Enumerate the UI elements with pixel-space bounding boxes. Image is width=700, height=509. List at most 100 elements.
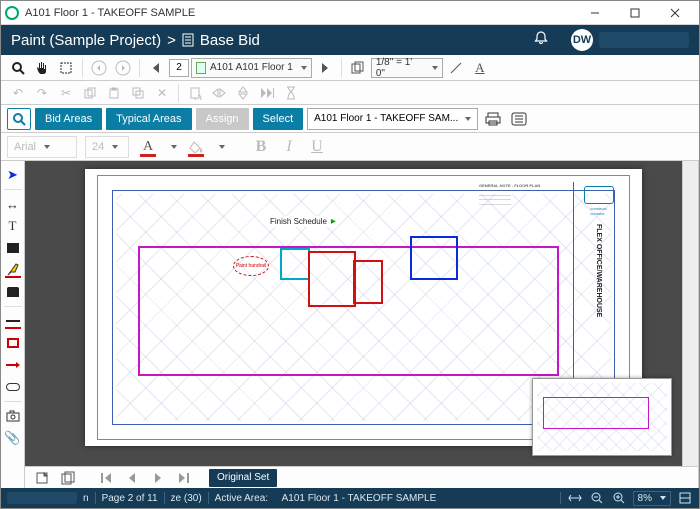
set-selector[interactable]: Original Set (209, 469, 277, 487)
separator (4, 306, 22, 307)
font-color-button[interactable]: A (137, 136, 159, 158)
room-outline[interactable] (280, 248, 310, 280)
dimension-tool[interactable]: ↔ (3, 194, 23, 214)
refresh-sheet-icon[interactable] (184, 82, 206, 104)
tab-select[interactable]: Select (253, 108, 304, 130)
zoom-value: 8% (638, 493, 652, 504)
page-next-icon[interactable] (314, 57, 336, 79)
room-outline[interactable] (308, 251, 356, 307)
nav-fwd-icon[interactable] (112, 57, 134, 79)
camera-tool[interactable] (3, 406, 23, 426)
skip-end-icon[interactable] (256, 82, 278, 104)
arrow-tool[interactable] (3, 355, 23, 375)
status-redacted (7, 492, 77, 504)
project-name[interactable]: Paint (Sample Project) (11, 32, 161, 49)
copy-icon[interactable] (79, 82, 101, 104)
flip-h-icon[interactable] (208, 82, 230, 104)
revision-cloud[interactable]: Paint handrail (233, 256, 269, 276)
maximize-button[interactable] (615, 2, 655, 24)
finish-schedule-label: Finish Schedule▸ (268, 216, 338, 227)
minimap[interactable] (532, 378, 672, 456)
close-button[interactable] (655, 2, 695, 24)
bold-button[interactable]: B (251, 138, 271, 156)
tab-assign[interactable]: Assign (196, 108, 249, 130)
text-tool-icon[interactable]: A (469, 57, 491, 79)
flip-v-icon[interactable] (232, 82, 254, 104)
chevron-down-icon (465, 117, 471, 121)
first-page-icon[interactable] (95, 467, 117, 489)
page-number-input[interactable]: 2 (169, 59, 189, 77)
copy-page-icon[interactable] (347, 57, 369, 79)
plan-dropdown[interactable]: A101 A101 Floor 1 (191, 58, 312, 78)
logo-icon (584, 186, 614, 204)
tab-bid-areas[interactable]: Bid Areas (35, 108, 102, 130)
fill-color-button[interactable] (185, 136, 207, 158)
avatar[interactable]: DW (571, 29, 593, 51)
last-page-icon[interactable] (173, 467, 195, 489)
zoom-in-icon[interactable] (611, 490, 627, 506)
sheet-icon[interactable] (31, 467, 53, 489)
delete-icon[interactable]: ✕ (151, 82, 173, 104)
tab-typical-areas[interactable]: Typical Areas (106, 108, 191, 130)
italic-button[interactable]: I (279, 138, 299, 156)
chevron-down-icon (44, 145, 50, 149)
page-prev-icon[interactable] (145, 57, 167, 79)
cloud-tool[interactable] (3, 377, 23, 397)
fit-width-icon[interactable] (567, 490, 583, 506)
area-view-toggle[interactable] (7, 108, 31, 130)
scale-label: 1/8" = 1' 0" (376, 57, 424, 79)
sheets-icon[interactable] (57, 467, 79, 489)
main-toolbar: 2 A101 A101 Floor 1 1/8" = 1' 0" A (1, 55, 699, 81)
text-tool[interactable]: T (3, 216, 23, 236)
chevron-down-icon (112, 145, 118, 149)
chevron-down-icon[interactable] (171, 145, 177, 149)
chevron-down-icon (432, 66, 438, 70)
page-nav-toolbar: Original Set (25, 466, 698, 488)
rect-tool[interactable] (3, 333, 23, 353)
print-icon[interactable] (482, 108, 504, 130)
list-icon[interactable] (508, 108, 530, 130)
prev-page-icon[interactable] (121, 467, 143, 489)
drawing-canvas[interactable]: GENERAL NOTE - FLOOR PLAN———————————————… (25, 161, 682, 466)
ruler-icon[interactable] (445, 57, 467, 79)
underline-button[interactable]: U (307, 138, 327, 156)
next-page-icon[interactable] (147, 467, 169, 489)
scale-dropdown[interactable]: 1/8" = 1' 0" (371, 58, 443, 78)
pointer-tool[interactable]: ➤ (3, 165, 23, 185)
zoom-out-icon[interactable] (589, 490, 605, 506)
attachment-tool[interactable]: 📎 (3, 428, 23, 448)
undo-icon[interactable]: ↶ (7, 82, 29, 104)
section-name[interactable]: Base Bid (200, 32, 260, 49)
zoom-dropdown[interactable]: 8% (633, 491, 671, 506)
highlighter-tool[interactable] (3, 260, 23, 280)
font-size-dropdown[interactable]: 24 (85, 136, 129, 158)
line-tool[interactable] (3, 311, 23, 331)
active-area-dropdown[interactable]: A101 Floor 1 - TAKEOFF SAM... (307, 108, 478, 130)
active-area-label: A101 Floor 1 - TAKEOFF SAM... (314, 113, 458, 124)
project-header: Paint (Sample Project) > Base Bid DW (1, 25, 699, 55)
stamp-tool[interactable] (3, 282, 23, 302)
bell-icon[interactable] (533, 30, 549, 50)
redo-icon[interactable]: ↷ (31, 82, 53, 104)
chevron-down-icon (660, 496, 666, 500)
nav-back-icon[interactable] (88, 57, 110, 79)
separator (4, 401, 22, 402)
font-family-dropdown[interactable]: Arial (7, 136, 77, 158)
room-outline[interactable] (410, 236, 458, 280)
marquee-icon[interactable] (55, 57, 77, 79)
sheet-icon (196, 62, 206, 74)
fill-rect-tool[interactable] (3, 238, 23, 258)
pan-icon[interactable] (31, 57, 53, 79)
minimize-button[interactable] (575, 2, 615, 24)
chevron-down-icon[interactable] (219, 145, 225, 149)
hourglass-icon[interactable] (280, 82, 302, 104)
font-size-label: 24 (92, 141, 104, 153)
search-icon[interactable] (7, 57, 29, 79)
room-outline[interactable] (353, 260, 383, 304)
layout-icon[interactable] (677, 490, 693, 506)
vertical-scrollbar[interactable] (682, 161, 698, 466)
paste-icon[interactable] (103, 82, 125, 104)
cut-icon[interactable]: ✂ (55, 82, 77, 104)
status-active-area: Active Area: A101 Floor 1 - TAKEOFF SAMP… (215, 493, 437, 504)
duplicate-icon[interactable] (127, 82, 149, 104)
